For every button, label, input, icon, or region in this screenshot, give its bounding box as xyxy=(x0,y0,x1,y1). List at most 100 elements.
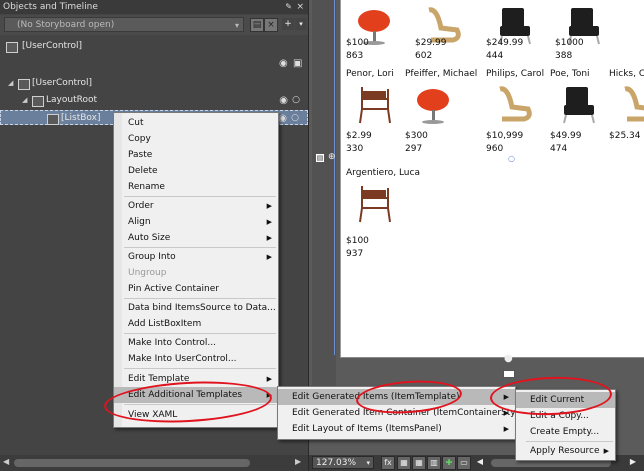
chair-legs xyxy=(563,114,595,124)
item-qty: 863 xyxy=(346,51,364,61)
list-item[interactable]: Philips, Carol $10,999 960 xyxy=(486,69,558,154)
root-label: [UserControl] xyxy=(22,41,83,51)
menu-item-align[interactable]: Align ▶ xyxy=(114,214,278,230)
usercontrol-icon xyxy=(18,79,30,90)
usercontrol-icon xyxy=(6,42,18,53)
scroll-left-icon[interactable]: ◀ xyxy=(474,456,486,468)
menu-item-auto-size[interactable]: Auto Size ▶ xyxy=(114,230,278,246)
annotation-icon[interactable]: ▭ xyxy=(457,456,471,470)
menu-item-make-into-control[interactable]: Make Into Control... xyxy=(114,335,278,351)
chair-back xyxy=(362,91,386,99)
menu-separator xyxy=(124,196,276,197)
menu-item-label: Make Into UserControl... xyxy=(128,354,237,364)
menu-item-add-listboxitem[interactable]: Add ListBoxItem xyxy=(114,316,278,332)
grid-handle-icon[interactable]: ▤ xyxy=(315,153,325,163)
scroll-right-icon[interactable]: ▶ xyxy=(295,457,301,466)
lock-icon[interactable]: ▣ xyxy=(293,58,302,69)
list-item[interactable]: Argentiero, Luca $100 937 xyxy=(346,168,436,259)
list-item[interactable]: Hicks, C $25.34 306 xyxy=(609,69,644,143)
item-price: $29.99 xyxy=(415,38,447,48)
menu-item-label: Make Into Control... xyxy=(128,338,216,348)
menu-item-label: Cut xyxy=(128,118,144,128)
scroll-thumb[interactable] xyxy=(14,459,250,467)
chair-image xyxy=(624,86,644,122)
chevron-down-icon[interactable]: ▾ xyxy=(295,18,307,30)
menu-item-edit-layout-of-items[interactable]: Edit Layout of Items (ItemsPanel) ▶ xyxy=(278,421,515,437)
eye-icon[interactable]: ◉ xyxy=(279,93,288,108)
menu-item-label: Ungroup xyxy=(128,268,167,278)
submenu-arrow-icon: ▶ xyxy=(266,218,272,226)
chair-image xyxy=(499,86,532,122)
list-item[interactable]: $249.99 444 xyxy=(486,0,558,64)
item-price: $100 xyxy=(346,236,369,246)
item-price: $49.99 xyxy=(550,131,582,141)
menu-item-copy[interactable]: Copy xyxy=(114,131,278,147)
chair-image xyxy=(359,186,391,223)
tree-item-usercontrol[interactable]: ◢ [UserControl] xyxy=(0,76,308,91)
link-icon[interactable] xyxy=(503,370,515,378)
list-item[interactable]: $1000 388 xyxy=(555,0,627,64)
chair-seat xyxy=(417,89,449,111)
chair-seat xyxy=(358,10,390,32)
menu-item-group-into[interactable]: Group Into ▶ xyxy=(114,249,278,265)
chair-image xyxy=(563,87,595,124)
pin-icon[interactable]: ✎ xyxy=(285,0,292,14)
list-item[interactable]: $100 863 xyxy=(346,0,418,64)
horizontal-scrollbar[interactable]: ◀ ▶ xyxy=(0,455,308,471)
resize-handle-icon[interactable]: ● xyxy=(504,353,513,364)
chair-frame xyxy=(624,86,644,122)
menu-item-apply-resource[interactable]: Apply Resource ▶ xyxy=(516,443,615,459)
expand-icon[interactable]: ◢ xyxy=(8,76,13,91)
eye-icon[interactable]: ◉ xyxy=(279,58,288,69)
effects-icon[interactable]: fx xyxy=(381,456,395,470)
scroll-right-icon[interactable]: ▶ xyxy=(627,456,639,468)
root-usercontrol-row[interactable]: [UserControl] xyxy=(0,39,308,54)
close-storyboard-icon[interactable]: × xyxy=(264,18,278,32)
menu-item-order[interactable]: Order ▶ xyxy=(114,198,278,214)
expand-icon[interactable]: ◢ xyxy=(22,93,27,108)
lock-dot-icon[interactable]: ○ xyxy=(291,111,299,126)
resize-handle-icon[interactable]: ○ xyxy=(508,154,515,163)
listbox-canvas[interactable]: $100 863 $29.99 602 $249.99 444 $1000 38… xyxy=(340,0,644,358)
menu-item-label: Create Empty... xyxy=(530,427,600,437)
add-storyboard-icon[interactable]: + xyxy=(282,18,294,30)
panel-title: Objects and Timeline xyxy=(3,2,98,12)
menu-item-delete[interactable]: Delete xyxy=(114,163,278,179)
close-icon[interactable]: × xyxy=(296,0,304,14)
item-qty: 330 xyxy=(346,144,364,154)
menu-item-pin-active-container[interactable]: Pin Active Container xyxy=(114,281,278,297)
eye-icon[interactable]: ◉ xyxy=(278,111,287,126)
snapline-icon[interactable]: ▥ xyxy=(427,456,441,470)
item-qty: 937 xyxy=(346,249,364,259)
menu-item-label: Edit Layout of Items (ItemsPanel) xyxy=(292,424,442,434)
menu-item-data-bind[interactable]: Data bind ItemsSource to Data... xyxy=(114,300,278,316)
storyboard-options-icon[interactable]: ▤ xyxy=(250,18,264,32)
list-item[interactable]: Pfeiffer, Michael $300 297 xyxy=(405,69,477,154)
item-price: $300 xyxy=(405,131,428,141)
item-price: $1000 xyxy=(555,38,584,48)
add-icon[interactable]: ✚ xyxy=(442,456,456,470)
list-item[interactable]: $29.99 602 xyxy=(415,0,487,64)
link-icon[interactable]: ⊕ xyxy=(328,152,336,162)
item-name: Penor, Lori xyxy=(346,69,394,79)
zoom-input[interactable]: 127.03% ▾ xyxy=(312,456,374,469)
chair-image xyxy=(359,87,391,124)
chair-base xyxy=(422,120,444,124)
submenu-arrow-icon: ▶ xyxy=(503,425,509,433)
snap-grid-icon[interactable]: ▦ xyxy=(412,456,426,470)
menu-item-rename[interactable]: Rename xyxy=(114,179,278,195)
submenu-arrow-icon: ▶ xyxy=(266,234,272,242)
storyboard-dropdown[interactable]: (No Storyboard open) ▾ xyxy=(4,17,244,32)
item-qty: 444 xyxy=(486,51,504,61)
menu-item-paste[interactable]: Paste xyxy=(114,147,278,163)
tree-item-layoutroot[interactable]: ◢ LayoutRoot ◉ ○ xyxy=(0,93,308,108)
menu-item-make-into-usercontrol[interactable]: Make Into UserControl... xyxy=(114,351,278,367)
scroll-left-icon[interactable]: ◀ xyxy=(3,457,9,466)
menu-item-create-empty[interactable]: Create Empty... xyxy=(516,424,615,440)
lock-dot-icon[interactable]: ○ xyxy=(292,93,300,108)
grid-icon[interactable]: ▦ xyxy=(397,456,411,470)
menu-separator xyxy=(124,298,276,299)
item-name: Poe, Toni xyxy=(550,69,590,79)
menu-item-cut[interactable]: Cut xyxy=(114,115,278,131)
chair-back xyxy=(362,190,386,198)
